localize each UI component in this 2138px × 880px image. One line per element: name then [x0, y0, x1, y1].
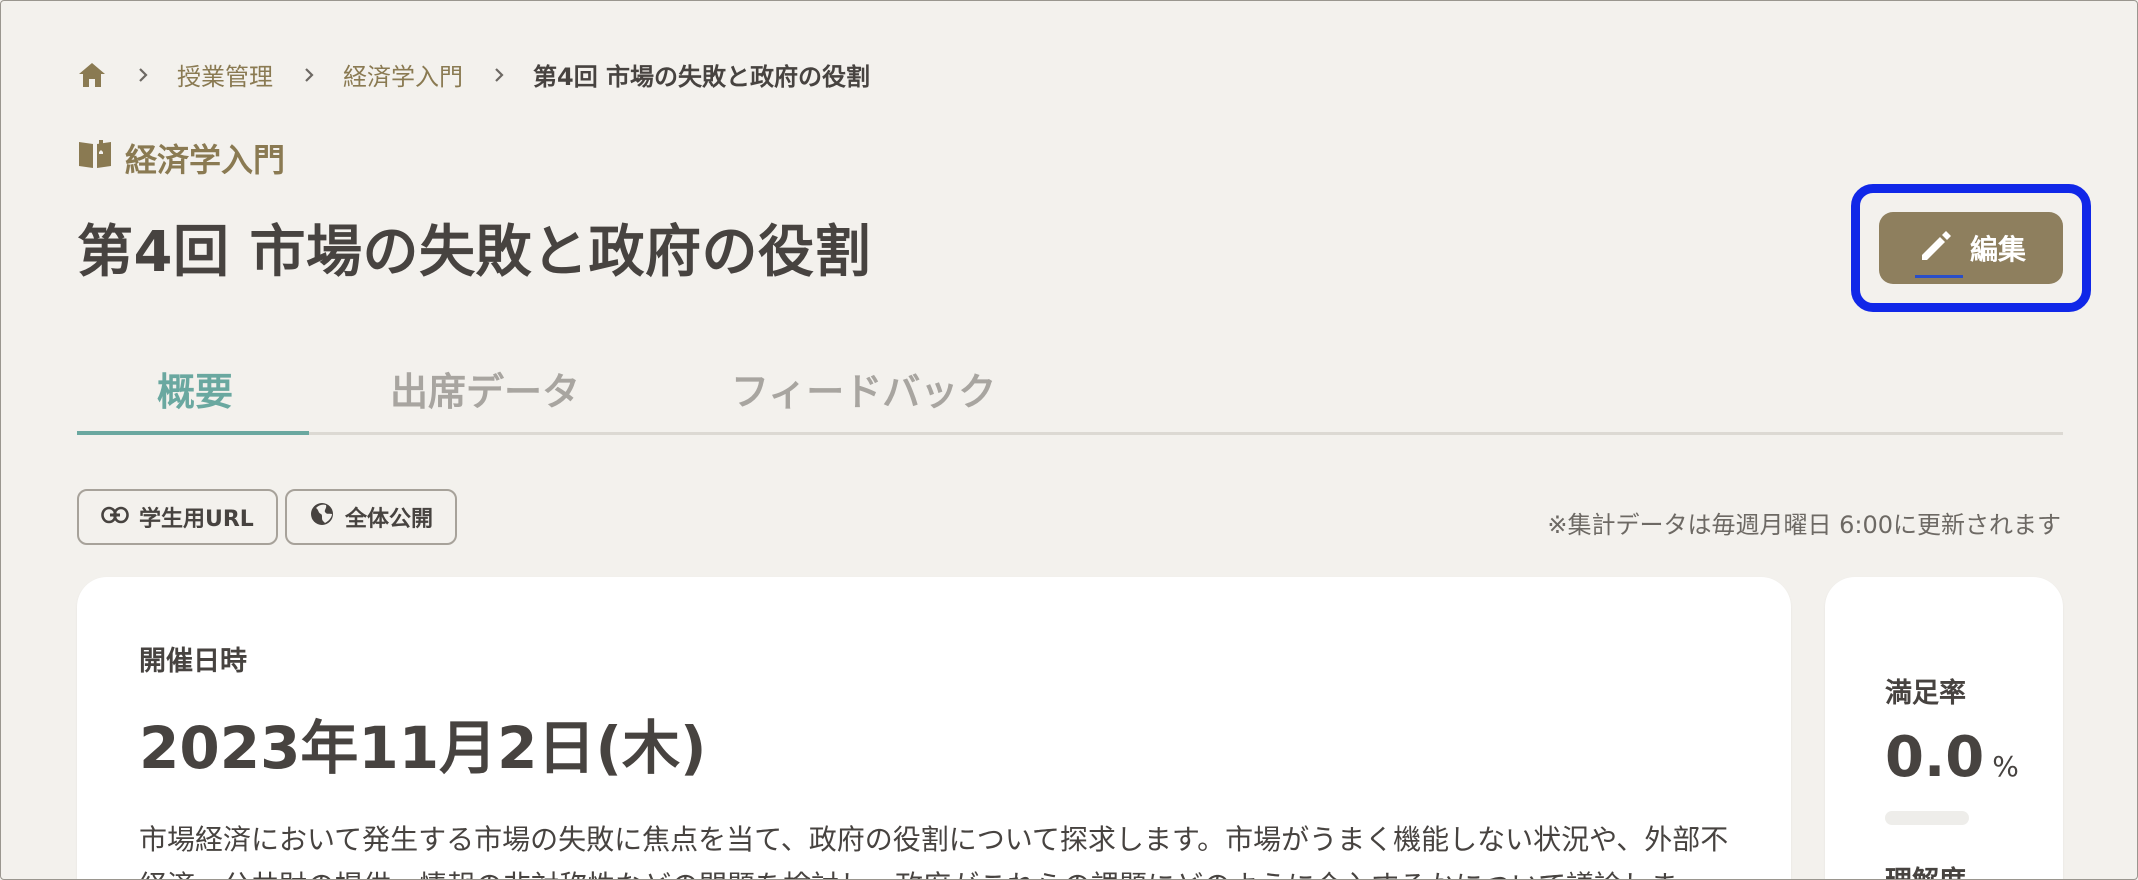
- breadcrumb-link-class-management[interactable]: 授業管理: [177, 57, 273, 92]
- overview-card: 開催日時 2023年11月2日(木) 市場経済において発生する市場の失敗に焦点を…: [77, 577, 1791, 879]
- understanding-label: 理解度: [1885, 859, 1966, 879]
- globe-icon: [309, 501, 335, 533]
- page-title: 第4回 市場の失敗と政府の役割: [77, 220, 871, 285]
- tab-overview[interactable]: 概要: [157, 361, 233, 416]
- student-url-label: 学生用URL: [139, 507, 254, 532]
- pencil-icon: [1916, 225, 1956, 272]
- edit-button-focus-ring: 編集: [1851, 184, 2091, 312]
- satisfaction-unit: %: [1992, 750, 2019, 783]
- course-label: 経済学入門: [77, 135, 285, 181]
- date-label: 開催日時: [139, 646, 247, 677]
- tab-feedback[interactable]: フィードバック: [731, 361, 996, 416]
- public-visibility-label: 全体公開: [345, 507, 434, 532]
- chevron-right-icon: [301, 67, 317, 83]
- edit-button-label: 編集: [1969, 233, 2026, 266]
- stats-card: 満足率 0.0% 理解度: [1825, 577, 2063, 879]
- page: 授業管理 経済学入門 第4回 市場の失敗と政府の役割 経済学入門 第4回 市場の…: [0, 0, 2138, 880]
- breadcrumb: 授業管理 経済学入門 第4回 市場の失敗と政府の役割: [77, 57, 870, 92]
- course-name: 経済学入門: [125, 141, 286, 179]
- active-tab-indicator: [77, 431, 309, 435]
- link-icon: [101, 505, 129, 530]
- chevron-right-icon: [135, 67, 151, 83]
- chevron-right-icon: [491, 67, 507, 83]
- breadcrumb-current: 第4回 市場の失敗と政府の役割: [533, 63, 871, 91]
- date-value: 2023年11月2日(木): [139, 714, 707, 782]
- edit-button[interactable]: 編集: [1879, 212, 2063, 284]
- book-icon: [77, 138, 113, 178]
- public-visibility-button[interactable]: 全体公開: [285, 489, 458, 545]
- breadcrumb-link-course[interactable]: 経済学入門: [343, 57, 463, 92]
- tab-bar: 概要 出席データ フィードバック: [77, 341, 2063, 435]
- student-url-button[interactable]: 学生用URL: [77, 489, 278, 545]
- description: 市場経済において発生する市場の失敗に焦点を当て、政府の役割について探求します。市…: [139, 823, 1729, 879]
- satisfaction-value: 0.0%: [1885, 725, 2019, 790]
- data-update-note: ※集計データは毎週月曜日 6:00に更新されます: [1547, 511, 2061, 539]
- satisfaction-progress-bar: [1885, 811, 1969, 825]
- tab-attendance-data[interactable]: 出席データ: [390, 361, 580, 416]
- home-icon[interactable]: [77, 60, 107, 90]
- satisfaction-number: 0.0: [1885, 725, 1985, 790]
- focus-underline: [1915, 275, 1963, 278]
- satisfaction-label: 満足率: [1885, 678, 1966, 709]
